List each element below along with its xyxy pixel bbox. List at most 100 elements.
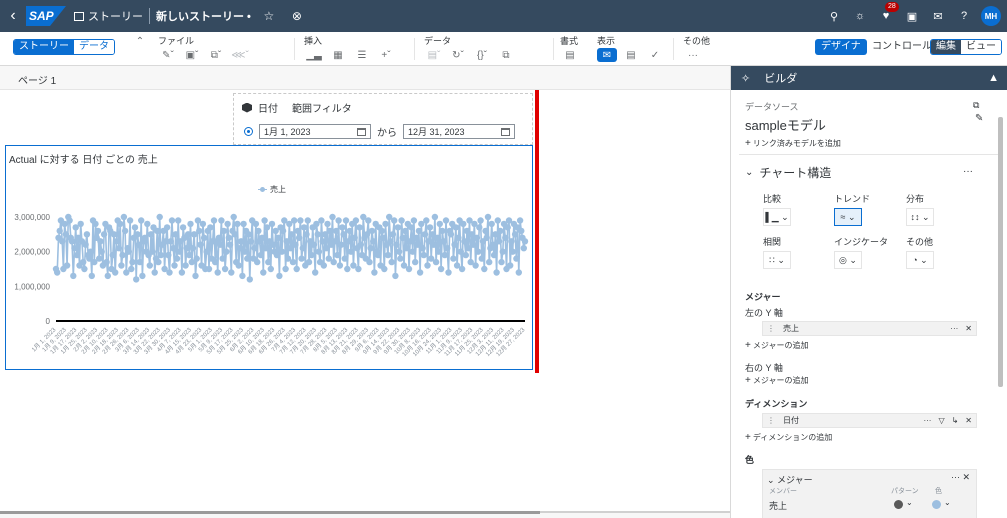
tab-data[interactable]: データ: [74, 40, 114, 54]
more-icon[interactable]: ···: [923, 416, 931, 425]
edit-pencil-icon[interactable]: ✎: [975, 113, 983, 124]
trend-chart-icon[interactable]: ≈ ⌄: [834, 208, 862, 226]
calendar-icon[interactable]: [501, 127, 510, 136]
avatar[interactable]: MH: [981, 6, 1001, 26]
close-circle-icon[interactable]: ⊗: [287, 6, 307, 26]
from-date-input[interactable]: 1月 1, 2023: [259, 124, 371, 139]
linked-icon[interactable]: ⧉: [496, 48, 516, 62]
add-measure-link[interactable]: + メジャーの追加: [745, 340, 808, 351]
chevron-down-icon[interactable]: ⌄: [944, 498, 951, 507]
comment-icon[interactable]: ✉: [597, 48, 617, 62]
lightbulb-icon[interactable]: ☼: [851, 7, 869, 25]
add-icon[interactable]: +ˇ: [376, 48, 396, 62]
data-point: [83, 231, 91, 238]
to-date-input[interactable]: 12月 31, 2023: [403, 124, 515, 139]
tools-icon[interactable]: ✧: [741, 72, 750, 85]
data-point: [279, 227, 287, 235]
feedback-icon[interactable]: ✉: [929, 7, 947, 25]
pin-icon[interactable]: ▲: [988, 72, 999, 84]
distribution-chart-icon[interactable]: ↕↕ ⌄: [906, 208, 934, 226]
filter-icon[interactable]: ▽: [938, 416, 944, 425]
close-icon[interactable]: ✕: [965, 324, 972, 333]
bar-chart-icon[interactable]: ▌▁ ⌄: [763, 208, 791, 226]
more-icon[interactable]: ··· ✕: [951, 472, 970, 483]
share-icon[interactable]: ⋘ˇ: [230, 48, 250, 62]
data-point: [205, 265, 213, 273]
hierarchy-icon[interactable]: ↳: [952, 416, 959, 425]
drag-handle-icon[interactable]: ⋮: [767, 416, 775, 425]
more-icon[interactable]: ···: [963, 166, 973, 177]
add-dimension-link[interactable]: + ディメンションの追加: [745, 432, 832, 443]
layout-icon[interactable]: ▤: [621, 48, 641, 62]
horizontal-scrollbar[interactable]: [0, 511, 540, 514]
color-swatch[interactable]: [932, 500, 941, 509]
back-icon[interactable]: ‹: [0, 7, 26, 25]
help-icon[interactable]: ?: [955, 7, 973, 25]
data-point: [228, 269, 235, 276]
close-icon[interactable]: ✕: [965, 416, 972, 425]
more-icon[interactable]: ···: [683, 48, 703, 62]
color-box-toggle[interactable]: ⌄ メジャー: [767, 473, 813, 486]
data-point: [268, 220, 276, 228]
refresh-icon[interactable]: ↻ˇ: [448, 48, 468, 62]
insert-filter-icon[interactable]: ☰: [352, 48, 372, 62]
view-button[interactable]: ビュー: [961, 40, 1001, 54]
data-point: [151, 269, 158, 276]
measure-pill[interactable]: ⋮ 売上 ··· ✕: [762, 321, 977, 336]
sap-logo[interactable]: SAP: [26, 6, 66, 26]
data-point: [320, 262, 327, 269]
chevron-down-icon[interactable]: ⌄: [745, 167, 753, 178]
copy-icon[interactable]: ⧉ˇ: [206, 48, 226, 62]
data-point: [478, 255, 485, 262]
save-icon[interactable]: ▣ˇ: [182, 48, 202, 62]
divider: [553, 38, 554, 60]
pie-chart-icon[interactable]: ◔ ⌄: [906, 251, 934, 269]
format-group: 書式 ▤: [560, 34, 580, 62]
search-icon[interactable]: ⚲: [825, 7, 843, 25]
edit-button[interactable]: 編集: [931, 40, 961, 54]
data-point: [426, 224, 434, 231]
insert-chart-icon[interactable]: ▁▃: [304, 48, 324, 62]
data-point: [299, 245, 306, 252]
formula-icon[interactable]: {}ˇ: [472, 48, 492, 62]
chart-structure-header[interactable]: ⌄ チャート構造: [745, 164, 831, 181]
calendar-icon[interactable]: [357, 127, 366, 136]
chat-icon[interactable]: ▣: [903, 7, 921, 25]
panel-scrollbar[interactable]: [998, 117, 1003, 387]
tab-story[interactable]: ストーリー: [14, 40, 74, 54]
data-point: [121, 227, 129, 235]
insert-table-icon[interactable]: ▦: [328, 48, 348, 62]
chevron-down-icon[interactable]: ⌄: [906, 498, 913, 507]
star-icon[interactable]: ☆: [259, 6, 279, 26]
data-point: [394, 224, 402, 231]
data-point: [326, 227, 334, 235]
check-circle-icon[interactable]: ✓: [645, 48, 665, 62]
data-point: [458, 265, 466, 273]
dimension-pill[interactable]: ⋮ 日付 ··· ▽ ↳ ✕: [762, 413, 977, 428]
data-point: [455, 234, 462, 241]
add-linked-model-link[interactable]: + リンク済みモデルを追加: [745, 138, 841, 149]
data-point: [374, 251, 382, 259]
add-measure-right-link[interactable]: + メジャーの追加: [745, 375, 808, 386]
date-range-filter[interactable]: 日付 範囲フィルタ 1月 1, 2023 から 12月 31, 2023: [233, 93, 533, 145]
designer-button[interactable]: デザイナ: [815, 39, 867, 55]
data-point: [393, 241, 400, 248]
copy-icon[interactable]: ⧉: [973, 100, 979, 111]
edit-icon[interactable]: ✎ˇ: [158, 48, 178, 62]
line-chart-widget[interactable]: Actual に対する 日付 ごとの 売上 売上 3,000,000 2,000,…: [5, 145, 533, 370]
target-icon[interactable]: ◎ ⌄: [834, 251, 862, 269]
collapse-toolbar-icon[interactable]: ⌃: [130, 34, 150, 48]
data-point: [298, 255, 305, 262]
data-point: [182, 262, 189, 269]
radio-button[interactable]: [244, 127, 253, 136]
control-button[interactable]: コントロール: [866, 39, 938, 55]
scatter-chart-icon[interactable]: ∷ ⌄: [763, 251, 791, 269]
more-icon[interactable]: ···: [950, 324, 958, 333]
drag-handle-icon[interactable]: ⋮: [767, 324, 775, 333]
story-canvas[interactable]: 日付 範囲フィルタ 1月 1, 2023 から 12月 31, 2023 Act…: [0, 90, 730, 514]
app-menu[interactable]: ストーリー: [74, 8, 143, 24]
pattern-swatch[interactable]: [894, 500, 903, 509]
format-icon[interactable]: ▤: [560, 48, 580, 62]
data-source-icon[interactable]: ▤ˇ: [424, 48, 444, 62]
bell-icon[interactable]: ♥ 28: [877, 2, 899, 25]
